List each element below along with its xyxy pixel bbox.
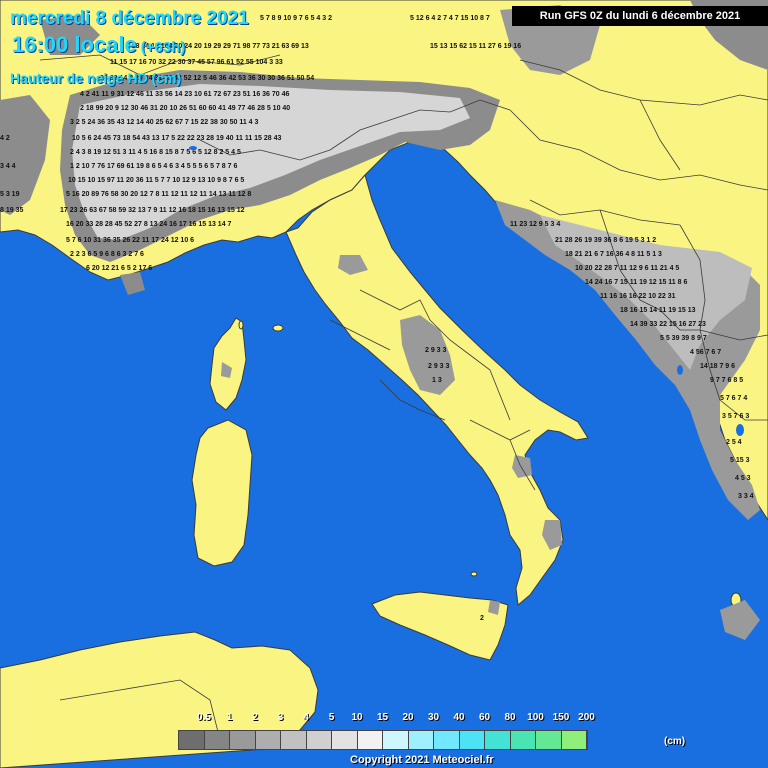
svg-text:11 15 17 16 70 32 22 30 37 45: 11 15 17 16 70 32 22 30 37 45 57 96 61 5…: [110, 59, 283, 66]
legend-swatch: [485, 731, 511, 749]
svg-text:10 5 6 24 45 73 18 54 43 13 17: 10 5 6 24 45 73 18 54 43 13 17 5 22 22 2…: [72, 135, 282, 142]
legend-label: 150: [552, 712, 570, 723]
svg-text:3 4 4: 3 4 4: [0, 163, 16, 170]
legend-label: 40: [453, 712, 465, 723]
svg-text:4 5 3: 4 5 3: [735, 475, 751, 482]
svg-text:3 5 7 6 3: 3 5 7 6 3: [722, 413, 749, 420]
legend-swatch: [281, 731, 307, 749]
legend-label: 80: [504, 712, 516, 723]
svg-text:10 20 22 28 7 11 12 9 6 11 21: 10 20 22 28 7 11 12 9 6 11 21 4 5: [575, 265, 679, 272]
svg-text:2 4 3 8 19 12 51 3 11 4 5 16 8: 2 4 3 8 19 12 51 3 11 4 5 16 8 15 8 7 5 …: [70, 149, 241, 156]
svg-text:3 2 5 24 36 35 43 12 14 40 25: 3 2 5 24 36 35 43 12 14 40 25 62 67 7 15…: [70, 119, 258, 126]
svg-text:5 7 6 7 4: 5 7 6 7 4: [720, 395, 747, 402]
island-capraia: [238, 320, 244, 330]
svg-text:14 24 16 7 15 11 19 12 15 11 8: 14 24 16 7 15 11 19 12 15 11 8 6: [585, 279, 687, 286]
legend-label: 30: [427, 712, 440, 723]
legend-swatch: [332, 731, 358, 749]
legend-label: 4: [303, 712, 309, 723]
svg-text:1 3: 1 3: [432, 377, 442, 384]
legend-swatch: [561, 731, 587, 749]
lake-geneva: [189, 146, 197, 150]
legend-label: 5: [328, 712, 335, 723]
svg-text:5 7 8 9 10 9 7 6 5 4 3 2: 5 7 8 9 10 9 7 6 5 4 3 2: [260, 15, 332, 22]
svg-text:14 39 33 22 15 16 27 23: 14 39 33 22 15 16 27 23: [630, 321, 706, 328]
legend-swatch: [536, 731, 562, 749]
svg-text:1 2 10 7 76 17 69 61 19 8 6 5: 1 2 10 7 76 17 69 61 19 8 6 5 4 6 3 4 5 …: [70, 163, 237, 170]
svg-text:8 19 35: 8 19 35: [0, 207, 23, 214]
legend-swatch: [306, 731, 332, 749]
title-lead: (+63h): [140, 39, 186, 56]
svg-text:5 12 6 4 2 7 4 7 15 10 8 7: 5 12 6 4 2 7 4 7 15 10 8 7: [410, 15, 490, 22]
legend-swatch: [204, 731, 230, 749]
legend-label: 20: [402, 712, 414, 723]
svg-text:5 3 19: 5 3 19: [0, 191, 20, 198]
legend-label: 2: [252, 712, 258, 723]
legend-label: 1: [226, 712, 233, 723]
map-canvas: 5 7 8 9 10 9 7 6 5 4 3 2 5 12 6 4 2 7 4 …: [0, 0, 768, 768]
title-time-value: 16:00 locale: [12, 32, 137, 57]
svg-text:15 13 15 62 15 11 27 6 19 16: 15 13 15 62 15 11 27 6 19 16: [430, 43, 521, 50]
snow-depth-map: 5 7 8 9 10 9 7 6 5 4 3 2 5 12 6 4 2 7 4 …: [0, 0, 768, 768]
copyright: Copyright 2021 Meteociel.fr: [350, 754, 494, 766]
svg-text:4 56 7 6 7: 4 56 7 6 7: [690, 349, 721, 356]
svg-text:5 16 20 89 76 58 30 20 12 7 8: 5 16 20 89 76 58 30 20 12 7 8 11 12 11 1…: [66, 191, 251, 198]
svg-text:2: 2: [480, 615, 484, 622]
title-date: mercredi 8 décembre 2021: [10, 8, 249, 29]
legend-label: 10: [351, 712, 363, 723]
svg-text:18 16 15 14 11 19 15 13: 18 16 15 14 11 19 15 13: [620, 307, 696, 314]
svg-text:2 9 3 3: 2 9 3 3: [425, 347, 447, 354]
svg-text:17 23 26 63 67 58 59 32 13 7 9: 17 23 26 63 67 58 59 32 13 7 9 11 12 16 …: [60, 207, 245, 214]
title-parameter: Hauteur de neige HD (cm): [10, 70, 182, 86]
svg-text:9 7 7 6 8 5: 9 7 7 6 8 5: [710, 377, 743, 384]
legend-swatch: [434, 731, 460, 749]
svg-text:5 15 3: 5 15 3: [730, 457, 750, 464]
svg-text:6 20 12 21 6 5 2 17 6: 6 20 12 21 6 5 2 17 6: [86, 265, 152, 272]
svg-text:5 5 39 39 8 9 7: 5 5 39 39 8 9 7: [660, 335, 707, 342]
legend-unit: (cm): [664, 736, 686, 747]
legend-swatch: [357, 731, 383, 749]
svg-text:11 23 12 9 5 3 4: 11 23 12 9 5 3 4: [510, 221, 560, 228]
svg-text:5 7 6 10 31 36 35 26 22 11 17: 5 7 6 10 31 36 35 26 22 11 17 24 12 10 6: [66, 237, 194, 244]
svg-text:18 21 21 6 7 16 36 4 8 11 5 1: 18 21 21 6 7 16 36 4 8 11 5 1 3: [565, 251, 662, 258]
legend-swatch: [179, 731, 205, 749]
svg-text:10 15 10 15 97 11 20 36 11 5 7: 10 15 10 15 97 11 20 36 11 5 7 7 10 12 9…: [68, 177, 244, 184]
legend-scale: 0.5 1 2 3 4 5 10 15 20 30 40 60 80 100 150 200: [178, 712, 595, 752]
svg-text:2 18 99 20 9 12 30 46 31 20 10: 2 18 99 20 9 12 30 46 31 20 10 26 51 60 …: [80, 105, 290, 112]
lake-ohrid: [736, 424, 744, 436]
legend-label: 0.5: [197, 712, 211, 723]
legend-swatch: [510, 731, 536, 749]
svg-text:2 2 3 6 5 9 6 8 6 3 2 7 6: 2 2 3 6 5 9 6 8 6 3 2 7 6: [70, 251, 144, 258]
run-banner: Run GFS 0Z du lundi 6 décembre 2021: [512, 6, 768, 26]
title-time: 16:00 locale (+63h): [12, 32, 185, 58]
island-aeolian: [470, 571, 478, 577]
svg-text:4 2: 4 2: [0, 135, 10, 142]
svg-text:2 9 3 3: 2 9 3 3: [428, 363, 450, 370]
svg-text:2 5 4: 2 5 4: [726, 439, 742, 446]
legend-swatch: [383, 731, 409, 749]
legend-label: 100: [527, 712, 544, 723]
legend-label: 200: [578, 712, 595, 723]
legend-label: 15: [376, 712, 389, 723]
svg-text:16 20 33 28 28 45 52 27 8 13 2: 16 20 33 28 28 45 52 27 8 13 24 16 17 16…: [66, 221, 232, 228]
svg-text:21 28 26 19 39 36 8 6 19 5 3 1: 21 28 26 19 39 36 8 6 19 5 3 1 2: [555, 237, 656, 244]
legend-swatch: [459, 731, 485, 749]
legend-label: 60: [478, 712, 491, 723]
legend-swatch: [230, 731, 256, 749]
legend-swatch: [255, 731, 281, 749]
legend-label: 3: [277, 712, 284, 723]
legend-labels: 0.5 1 2 3 4 5 10 15 20 30 40 60 80 100 150 200: [178, 712, 595, 726]
legend-swatch: [408, 731, 434, 749]
svg-text:14 18 7 9 6: 14 18 7 9 6: [700, 363, 735, 370]
svg-text:3 3 4: 3 3 4: [738, 493, 754, 500]
svg-text:4 2 41 11 9 31 12 46 11 33 56: 4 2 41 11 9 31 12 46 11 33 56 14 23 10 6…: [80, 91, 290, 98]
land-sardinia: [191, 419, 253, 567]
legend-bar: [178, 730, 588, 750]
lake-scutari: [677, 365, 683, 375]
island-elba: [272, 324, 284, 332]
svg-text:11 16 16 16 22 10 22 31: 11 16 16 16 22 10 22 31: [600, 293, 676, 300]
